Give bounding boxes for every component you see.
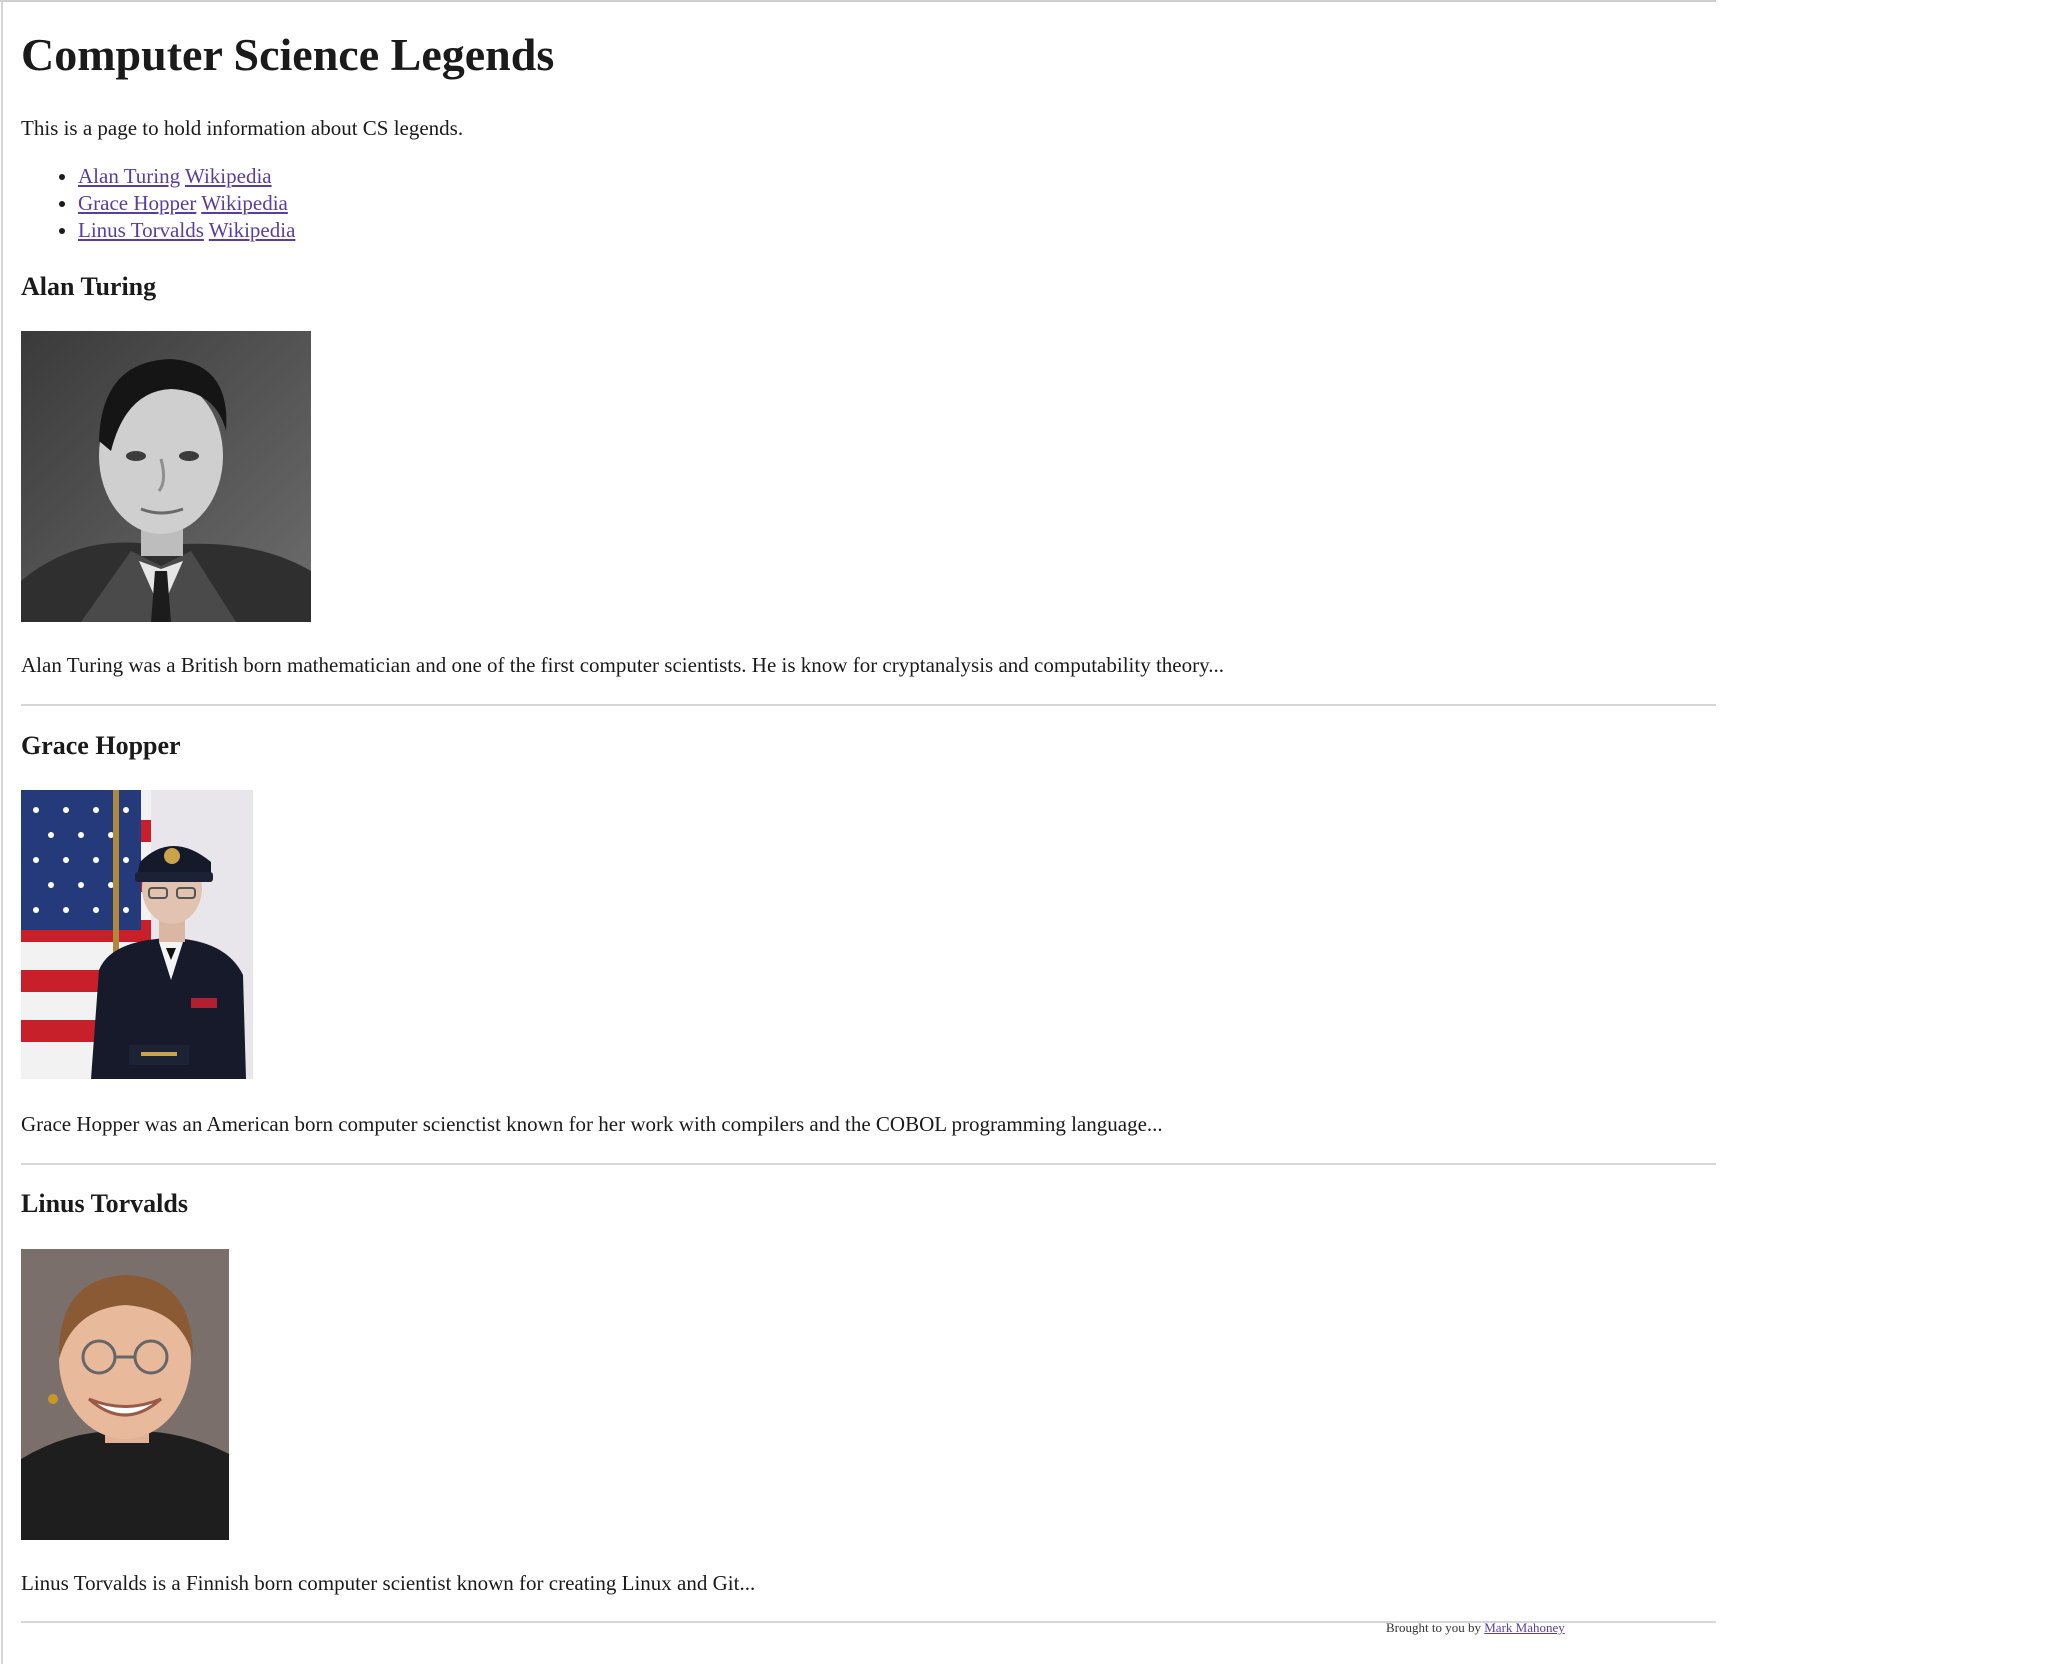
section-divider bbox=[21, 1163, 1716, 1165]
section-heading-linus-torvalds: Linus Torvalds bbox=[21, 1189, 188, 1218]
table-of-contents: Alan Turing Wikipedia Grace Hopper Wikip… bbox=[21, 163, 295, 244]
toc-wiki-link-linus-torvalds[interactable]: Wikipedia bbox=[209, 218, 296, 242]
bio-grace-hopper: Grace Hopper was an American born comput… bbox=[21, 1112, 1163, 1136]
toc-wiki-link-alan-turing[interactable]: Wikipedia bbox=[185, 164, 272, 188]
portrait-alan-turing bbox=[21, 331, 311, 622]
bio-linus-torvalds: Linus Torvalds is a Finnish born compute… bbox=[21, 1571, 756, 1595]
footer-author-link[interactable]: Mark Mahoney bbox=[1484, 1620, 1565, 1635]
page: Computer Science Legends This is a page … bbox=[0, 0, 2060, 1664]
toc-link-linus-torvalds[interactable]: Linus Torvalds bbox=[78, 218, 204, 242]
toc-item-alan-turing: Alan Turing Wikipedia bbox=[78, 163, 295, 190]
portrait-linus-torvalds bbox=[21, 1249, 229, 1540]
window-left-edge bbox=[1, 0, 3, 1664]
portrait-image-grace-hopper bbox=[21, 790, 253, 1079]
section-heading-grace-hopper: Grace Hopper bbox=[21, 731, 181, 760]
section-divider bbox=[21, 704, 1716, 706]
footer: Brought to you by Mark Mahoney bbox=[1386, 1620, 1565, 1636]
toc-item-linus-torvalds: Linus Torvalds Wikipedia bbox=[78, 217, 295, 244]
footer-credit-text: Brought to you by bbox=[1386, 1620, 1481, 1635]
toc-link-alan-turing[interactable]: Alan Turing bbox=[78, 164, 180, 188]
toc-wiki-link-grace-hopper[interactable]: Wikipedia bbox=[201, 191, 288, 215]
top-divider bbox=[0, 0, 1716, 2]
toc-item-grace-hopper: Grace Hopper Wikipedia bbox=[78, 190, 295, 217]
portrait-image-linus-torvalds bbox=[21, 1249, 229, 1540]
portrait-grace-hopper bbox=[21, 790, 253, 1079]
page-title: Computer Science Legends bbox=[21, 29, 555, 80]
portrait-image-alan-turing bbox=[21, 331, 311, 622]
toc-link-grace-hopper[interactable]: Grace Hopper bbox=[78, 191, 196, 215]
intro-text: This is a page to hold information about… bbox=[21, 116, 464, 140]
section-heading-alan-turing: Alan Turing bbox=[21, 272, 157, 301]
bio-alan-turing: Alan Turing was a British born mathemati… bbox=[21, 653, 1224, 677]
